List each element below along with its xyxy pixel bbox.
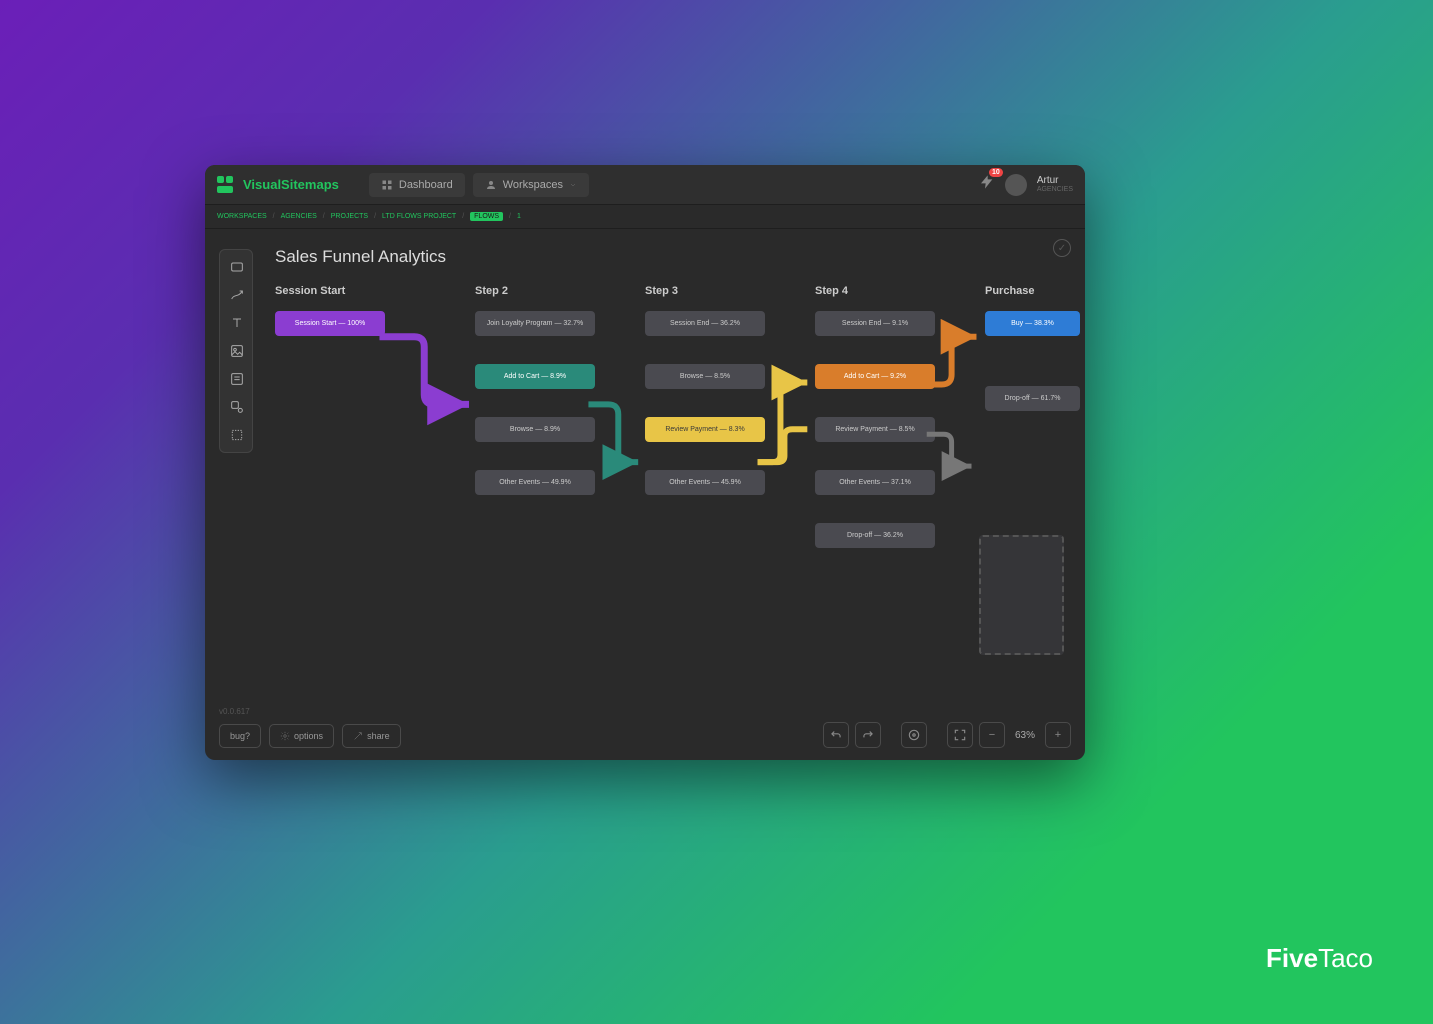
fullscreen-icon	[953, 728, 967, 742]
node-session-start[interactable]: Session Start — 100%	[275, 311, 385, 336]
node-dropoff-5[interactable]: Drop-off — 61.7%	[985, 386, 1080, 411]
crumb-agencies[interactable]: AGENCIES	[281, 213, 317, 220]
node-browse-2[interactable]: Browse — 8.9%	[475, 417, 595, 442]
options-button[interactable]: options	[269, 724, 334, 748]
watermark: FiveTaco	[1266, 943, 1373, 974]
status-check-icon[interactable]: ✓	[1053, 239, 1071, 257]
crumb-id[interactable]: 1	[517, 213, 521, 220]
node-session-end-4[interactable]: Session End — 9.1%	[815, 311, 935, 336]
image-icon	[229, 343, 245, 359]
tool-form[interactable]	[224, 366, 250, 392]
zoom-out-button[interactable]: −	[979, 722, 1005, 748]
bug-button[interactable]: bug?	[219, 724, 261, 748]
avatar[interactable]	[1005, 174, 1027, 196]
col-header-2: Step 2	[475, 285, 595, 297]
logo[interactable]: VisualSitemaps	[217, 176, 339, 194]
col-header-3: Step 3	[645, 285, 765, 297]
tool-select[interactable]	[224, 422, 250, 448]
crumb-project-name[interactable]: LTD FLOWS PROJECT	[382, 213, 456, 220]
redo-icon	[861, 728, 875, 742]
crumb-workspaces[interactable]: WORKSPACES	[217, 213, 267, 220]
notif-badge: 10	[989, 168, 1003, 177]
group-icon	[229, 399, 245, 415]
crumb-flows[interactable]: FLOWS	[470, 212, 503, 221]
arrow-icon	[229, 287, 245, 303]
workspaces-icon	[485, 179, 497, 191]
nav-workspaces-label: Workspaces	[503, 179, 563, 191]
funnel-columns: Session Start Session Start — 100% Step …	[275, 285, 1071, 689]
share-icon	[353, 731, 363, 741]
select-icon	[229, 427, 245, 443]
node-review-payment-4[interactable]: Review Payment — 8.5%	[815, 417, 935, 442]
node-buy[interactable]: Buy — 38.3%	[985, 311, 1080, 336]
tool-text[interactable]	[224, 310, 250, 336]
user-name: Artur	[1037, 175, 1073, 186]
undo-icon	[829, 728, 843, 742]
gear-icon	[280, 731, 290, 741]
tool-rectangle[interactable]	[224, 254, 250, 280]
nav-workspaces[interactable]: Workspaces	[473, 173, 589, 197]
node-other-3[interactable]: Other Events — 45.9%	[645, 470, 765, 495]
node-browse-3[interactable]: Browse — 8.5%	[645, 364, 765, 389]
fit-button[interactable]	[901, 722, 927, 748]
col-header-1: Session Start	[275, 285, 385, 297]
share-button[interactable]: share	[342, 724, 401, 748]
undo-button[interactable]	[823, 722, 849, 748]
node-other-4[interactable]: Other Events — 37.1%	[815, 470, 935, 495]
node-loyalty[interactable]: Join Loyalty Program — 32.7%	[475, 311, 595, 336]
node-other-2[interactable]: Other Events — 49.9%	[475, 470, 595, 495]
tool-arrow[interactable]	[224, 282, 250, 308]
col-step4: Step 4 Session End — 9.1% Add to Cart — …	[815, 285, 935, 576]
topbar: VisualSitemaps Dashboard Workspaces 10 A…	[205, 165, 1085, 205]
notifications-button[interactable]: 10	[979, 174, 995, 195]
chevron-down-icon	[569, 181, 577, 189]
col-header-5: Purchase	[985, 285, 1080, 297]
footer: v0.0.617 bug? options share − 63% +	[205, 700, 1085, 760]
canvas[interactable]: ✓ Sales Funnel Analytics Session Start S…	[205, 229, 1085, 699]
toolbar	[219, 249, 253, 453]
col-step3: Step 3 Session End — 36.2% Browse — 8.5%…	[645, 285, 765, 523]
col-header-4: Step 4	[815, 285, 935, 297]
breadcrumb: WORKSPACES / AGENCIES / PROJECTS / LTD F…	[205, 205, 1085, 229]
col-session-start: Session Start Session Start — 100%	[275, 285, 385, 364]
node-dropoff-4[interactable]: Drop-off — 36.2%	[815, 523, 935, 548]
node-add-cart-2[interactable]: Add to Cart — 8.9%	[475, 364, 595, 389]
col-step2: Step 2 Join Loyalty Program — 32.7% Add …	[475, 285, 595, 523]
watermark-b: Taco	[1318, 943, 1373, 973]
redo-button[interactable]	[855, 722, 881, 748]
tool-image[interactable]	[224, 338, 250, 364]
logo-text: VisualSitemaps	[243, 177, 339, 192]
tool-group[interactable]	[224, 394, 250, 420]
drop-placeholder[interactable]	[979, 535, 1064, 655]
node-review-payment-3[interactable]: Review Payment — 8.3%	[645, 417, 765, 442]
crumb-sep: /	[273, 213, 275, 220]
col-purchase: Purchase Buy — 38.3% Drop-off — 61.7%	[985, 285, 1080, 439]
watermark-a: Five	[1266, 943, 1318, 973]
target-icon	[907, 728, 921, 742]
rectangle-icon	[229, 259, 245, 275]
canvas-title: Sales Funnel Analytics	[275, 247, 446, 267]
node-session-end-3[interactable]: Session End — 36.2%	[645, 311, 765, 336]
dashboard-icon	[381, 179, 393, 191]
text-icon	[229, 315, 245, 331]
zoom-in-button[interactable]: +	[1045, 722, 1071, 748]
app-window: VisualSitemaps Dashboard Workspaces 10 A…	[205, 165, 1085, 760]
version-label: v0.0.617	[219, 707, 250, 716]
fullscreen-button[interactable]	[947, 722, 973, 748]
crumb-projects[interactable]: PROJECTS	[331, 213, 368, 220]
zoom-level: 63%	[1011, 730, 1039, 741]
logo-icon	[217, 176, 235, 194]
user-role: AGENCIES	[1037, 186, 1073, 194]
nav-dashboard-label: Dashboard	[399, 179, 453, 191]
nav-dashboard[interactable]: Dashboard	[369, 173, 465, 197]
form-icon	[229, 371, 245, 387]
node-add-cart-4[interactable]: Add to Cart — 9.2%	[815, 364, 935, 389]
user-info[interactable]: Artur AGENCIES	[1037, 175, 1073, 194]
